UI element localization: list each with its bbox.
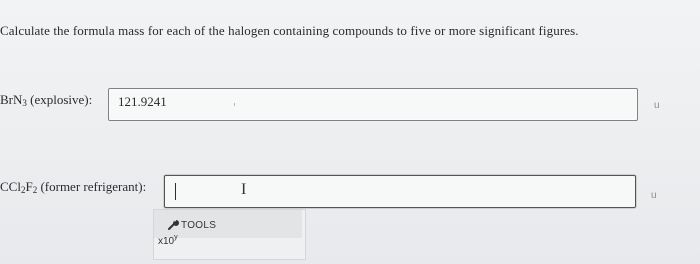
formula-subscript: 2: [32, 185, 38, 195]
formula-text: BrN: [0, 92, 23, 107]
formula-descriptor: (explosive):: [30, 92, 93, 107]
formula-mass-input-ccl2f2[interactable]: I: [164, 175, 636, 208]
formula-mass-input-brn3[interactable]: 121.9241: [108, 88, 638, 121]
text-caret: [175, 183, 176, 200]
formula-text: F: [25, 179, 33, 194]
formula-label-ccl2f2: CCl2F2 (former refrigerant):: [0, 179, 146, 195]
formula-subscript: 3: [22, 98, 27, 108]
sci-notation-exponent: y: [174, 234, 178, 241]
field-tick: [234, 103, 235, 106]
formula-label-brn3: BrN3 (explosive):: [0, 92, 92, 108]
ibeam-cursor-icon: I: [241, 181, 247, 198]
unit-label: u: [654, 100, 660, 111]
tools-label: TOOLS: [181, 220, 217, 231]
unit-label: u: [651, 190, 657, 201]
wrench-icon: [168, 220, 179, 230]
tools-panel: TOOLS x10y: [153, 209, 306, 260]
scientific-notation-button[interactable]: x10y: [158, 234, 178, 247]
sci-notation-base: x10: [158, 236, 175, 247]
input-value: 121.9241: [118, 94, 167, 109]
formula-text: CCl: [0, 179, 21, 194]
formula-descriptor: (former refrigerant):: [40, 179, 147, 194]
question-text: Calculate the formula mass for each of t…: [0, 23, 579, 38]
